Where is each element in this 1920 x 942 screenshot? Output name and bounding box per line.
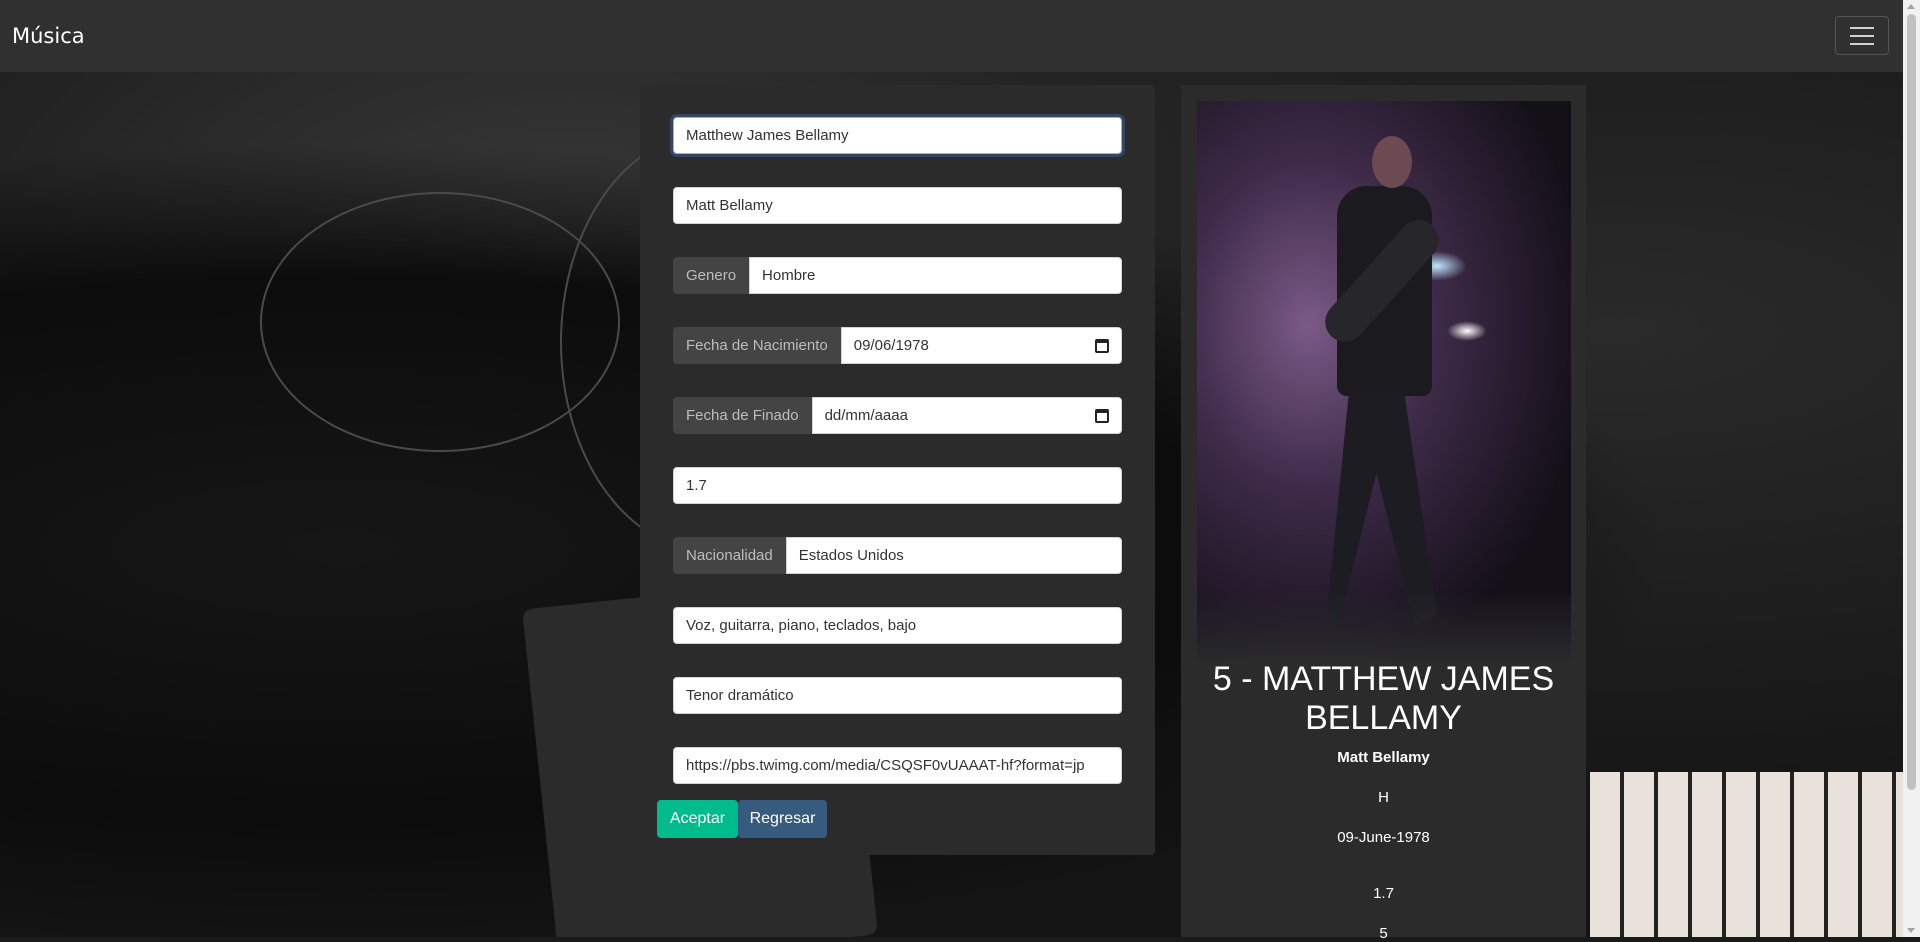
hamburger-icon bbox=[1850, 26, 1874, 29]
death-date-field: Fecha de Finado dd/mm/aaaa bbox=[673, 397, 1122, 434]
nationality-field: Nacionalidad bbox=[673, 537, 1122, 574]
scrollbar-thumb[interactable] bbox=[1907, 14, 1916, 790]
death-date-label: Fecha de Finado bbox=[673, 397, 812, 434]
artist-title: 5 - MATTHEW JAMES BELLAMY bbox=[1212, 660, 1555, 737]
image-url-input[interactable] bbox=[673, 747, 1122, 784]
height-input[interactable] bbox=[673, 467, 1122, 504]
gender-input[interactable] bbox=[749, 257, 1122, 294]
scroll-up-icon[interactable] bbox=[1907, 4, 1915, 9]
nationality-input[interactable] bbox=[785, 537, 1122, 574]
navbar: Música bbox=[0, 0, 1903, 72]
calendar-icon[interactable] bbox=[1095, 338, 1109, 353]
full-name-input[interactable] bbox=[673, 117, 1122, 154]
calendar-icon[interactable] bbox=[1095, 408, 1109, 423]
artist-alias: Matt Bellamy bbox=[1337, 749, 1430, 766]
artist-height: 1.7 bbox=[1373, 885, 1394, 902]
accept-button[interactable]: Aceptar bbox=[657, 800, 738, 838]
voice-type-field bbox=[673, 677, 1122, 714]
death-date-input[interactable]: dd/mm/aaaa bbox=[811, 397, 1122, 434]
artist-detail-card: 5 - MATTHEW JAMES BELLAMY Matt Bellamy H… bbox=[1181, 85, 1586, 942]
height-field bbox=[673, 467, 1122, 504]
artistic-name-input[interactable] bbox=[673, 187, 1122, 224]
instruments-input[interactable] bbox=[673, 607, 1122, 644]
nationality-label: Nacionalidad bbox=[673, 537, 786, 574]
birth-date-field: Fecha de Nacimiento 09/06/1978 bbox=[673, 327, 1122, 364]
artist-birth-date: 09-June-1978 bbox=[1337, 829, 1430, 846]
brand-link[interactable]: Música bbox=[12, 24, 85, 48]
artist-photo bbox=[1197, 101, 1571, 661]
birth-date-input[interactable]: 09/06/1978 bbox=[840, 327, 1122, 364]
gender-label: Genero bbox=[673, 257, 750, 294]
artist-extra-value: 5 bbox=[1379, 925, 1388, 942]
instruments-field bbox=[673, 607, 1122, 644]
artist-form: Genero Fecha de Nacimiento 09/06/1978 Fe… bbox=[640, 85, 1155, 855]
artistic-name-field bbox=[673, 187, 1122, 224]
image-url-field bbox=[673, 747, 1122, 784]
back-button[interactable]: Regresar bbox=[738, 800, 827, 838]
page-scrollbar[interactable] bbox=[1903, 0, 1920, 937]
artist-gender: H bbox=[1378, 789, 1389, 806]
keyboard-decoration bbox=[1590, 772, 1903, 937]
birth-date-label: Fecha de Nacimiento bbox=[673, 327, 841, 364]
voice-type-input[interactable] bbox=[673, 677, 1122, 714]
gender-field: Genero bbox=[673, 257, 1122, 294]
full-name-field bbox=[673, 117, 1122, 154]
menu-toggle-button[interactable] bbox=[1835, 16, 1889, 55]
scroll-down-icon[interactable] bbox=[1907, 928, 1915, 933]
